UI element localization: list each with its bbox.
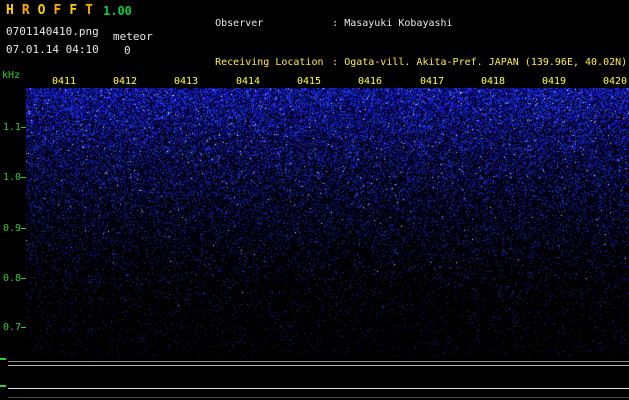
info-separator: :: [332, 18, 338, 29]
info-label: Receiving Location: [215, 56, 332, 69]
freq-axis-unit: kHz: [2, 70, 20, 81]
signal-strip-gridline: [8, 365, 629, 366]
app-title-letter: F: [69, 3, 77, 18]
info-separator: :: [332, 57, 338, 68]
time-tick-label: 0420: [603, 76, 627, 87]
freq-tick-label: 0.9: [3, 223, 21, 234]
time-tick-label: 0411: [52, 76, 76, 87]
observation-datetime: 07.01.14 04:10: [6, 43, 99, 56]
time-tick-label: 0418: [481, 76, 505, 87]
signal-strip-gridline: [8, 361, 629, 362]
signal-strip-tick-mark: [0, 385, 6, 387]
info-label: Observer: [215, 17, 332, 30]
app-title-letter: R: [22, 3, 30, 18]
time-tick-label: 0417: [420, 76, 444, 87]
time-tick-label: 0413: [174, 76, 198, 87]
freq-tick-label: 0.8: [3, 273, 21, 284]
freq-tick-label: 1.0: [3, 172, 21, 183]
app-title-letter: H: [6, 3, 14, 18]
freq-tick-label: 1.1: [3, 122, 21, 133]
info-value: Masayuki Kobayashi: [344, 18, 452, 29]
app-title-letter: O: [38, 3, 46, 18]
spectrogram-plot: [26, 88, 629, 356]
signal-strip-tick-mark: [0, 358, 6, 360]
time-tick-label: 0412: [113, 76, 137, 87]
app-title-letter: T: [85, 3, 93, 18]
app-version: 1.00: [103, 4, 132, 18]
observation-mode-label: meteor: [113, 30, 153, 43]
time-tick-label: 0416: [358, 76, 382, 87]
freq-tick-label: 0.7: [3, 322, 21, 333]
time-tick-label: 0419: [542, 76, 566, 87]
hrofft-window: H R O F F T 1.00 0701140410.png meteor 0…: [0, 0, 629, 400]
echo-count: 0: [124, 44, 131, 57]
info-value: Ogata-vill. Akita-Pref. JAPAN (139.96E, …: [344, 57, 627, 68]
app-title-letter: F: [53, 3, 61, 18]
signal-level-baseline: [8, 388, 629, 389]
signal-strip-border: [8, 397, 629, 398]
app-title: H R O F F T: [6, 3, 93, 18]
info-row-observer: Observer: Masayuki Kobayashi: [179, 4, 627, 43]
time-tick-label: 0414: [236, 76, 260, 87]
output-filename: 0701140410.png: [6, 25, 99, 38]
time-tick-label: 0415: [297, 76, 321, 87]
